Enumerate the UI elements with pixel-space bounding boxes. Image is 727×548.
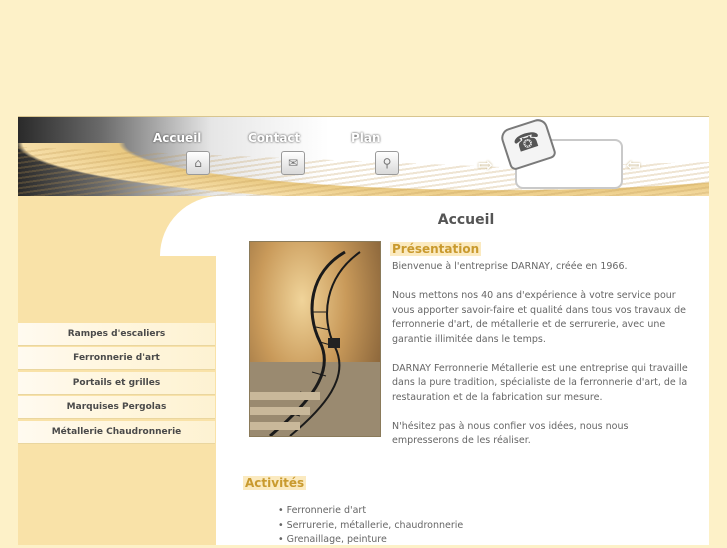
sidebar-item-marquises[interactable]: Marquises Pergolas — [18, 396, 215, 420]
presentation-paragraph: DARNAY Ferronnerie Métallerie est une en… — [392, 362, 688, 403]
page-title: Accueil — [437, 212, 495, 228]
nav-contact[interactable]: Contact — [248, 127, 300, 146]
presentation-text: Bienvenue à l'entreprise DARNAY, créée e… — [392, 260, 692, 463]
activity-item: • Serrurerie, métallerie, chaudronnerie — [278, 519, 464, 531]
activity-item: • Ferronnerie d'art — [278, 505, 367, 516]
presentation-paragraph: N'hésitez pas à nous confier vos idées, … — [392, 420, 629, 447]
staircase-photo — [249, 241, 381, 437]
presentation-heading: Présentation — [390, 242, 482, 256]
mail-icon[interactable]: ✉ — [281, 151, 305, 175]
arrow-right-icon: ⇨ — [478, 155, 494, 176]
home-icon[interactable]: ⌂ — [186, 151, 210, 175]
activity-item: • Grenaillage, peinture — [278, 534, 387, 545]
nav-accueil[interactable]: Accueil — [153, 127, 201, 146]
sidebar-item-portails[interactable]: Portails et grilles — [18, 371, 215, 395]
search-icon[interactable]: ⚲ — [375, 151, 399, 175]
arrow-left-icon: ⇦ — [626, 155, 642, 176]
nav-plan-label[interactable]: Plan — [351, 131, 381, 145]
nav-plan[interactable]: Plan — [351, 127, 381, 146]
presentation-paragraph: Nous mettons nos 40 ans d'expérience à v… — [392, 290, 686, 345]
nav-contact-label[interactable]: Contact — [248, 131, 300, 145]
nav-accueil-label[interactable]: Accueil — [153, 131, 201, 145]
activities-heading: Activités — [243, 476, 307, 490]
sidebar-menu: Rampes d'escaliers Ferronnerie d'art Por… — [18, 323, 215, 445]
header-banner: Accueil Contact Plan ⌂ ✉ ⚲ ⇨ ☎ ⇦ — [18, 116, 709, 197]
activities-list: • Ferronnerie d'art • Serrurerie, métall… — [278, 504, 463, 548]
staircase-illustration — [250, 250, 380, 436]
sidebar-item-ferronnerie[interactable]: Ferronnerie d'art — [18, 347, 215, 371]
sidebar-item-rampes[interactable]: Rampes d'escaliers — [18, 323, 215, 346]
presentation-paragraph: Bienvenue à l'entreprise DARNAY, créée e… — [392, 261, 628, 272]
sidebar-item-metallerie[interactable]: Métallerie Chaudronnerie — [18, 420, 215, 444]
